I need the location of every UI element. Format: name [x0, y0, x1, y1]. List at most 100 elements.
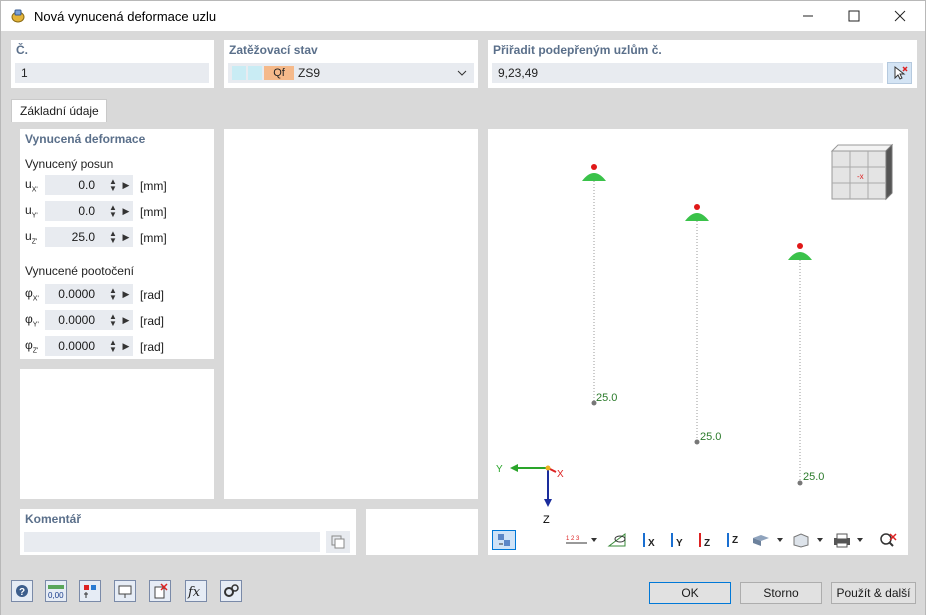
- assign-label: Přiřadit podepřeným uzlům č.: [493, 43, 662, 57]
- support-icon: [685, 213, 709, 221]
- number-input[interactable]: 1: [15, 63, 209, 83]
- maximize-icon: [848, 10, 860, 22]
- assign-input[interactable]: 9,23,49: [492, 63, 883, 83]
- x-axis-label: X: [557, 469, 564, 480]
- load-color-swatch: [232, 66, 246, 80]
- ux-symbol: uX': [25, 177, 38, 194]
- svg-text:Y: Y: [676, 538, 683, 549]
- uy-symbol: uY': [25, 203, 38, 220]
- number-panel: Č. 1: [11, 40, 214, 88]
- z-axis-label: Z: [543, 514, 550, 526]
- chevron-right-icon[interactable]: ▶: [119, 289, 133, 300]
- model-view[interactable]: 25.0 25.0 25.0 Y Z X -x 1 2 3 X Y Z Z: [488, 129, 908, 555]
- phiz-symbol: φZ': [25, 338, 39, 355]
- uy-input[interactable]: 0.0 ▲ ▼ ▶: [45, 201, 133, 221]
- help-button[interactable]: ?: [11, 580, 33, 602]
- svg-text:-x: -x: [857, 172, 864, 181]
- spin-arrows-icon[interactable]: ▲ ▼: [107, 287, 119, 302]
- phiz-input[interactable]: 0.0000 ▲ ▼ ▶: [45, 336, 133, 356]
- view-y-button[interactable]: Y: [666, 530, 690, 550]
- tab-content: Vynucená deformace Vynucený posun uX' 0.…: [11, 122, 916, 562]
- load-tag: Qf: [264, 66, 294, 80]
- view-toggle-button[interactable]: [492, 530, 516, 550]
- comment-input[interactable]: [24, 532, 320, 552]
- ux-input[interactable]: 0.0 ▲ ▼ ▶: [45, 175, 133, 195]
- uz-value: 25.0: [71, 230, 95, 244]
- rotation-title: Vynucené pootočení: [25, 264, 134, 278]
- y-axis-label: Y: [496, 464, 503, 475]
- settings-icon: [224, 584, 239, 597]
- chevron-right-icon[interactable]: ▶: [119, 206, 133, 217]
- phiy-symbol: φY': [25, 312, 39, 329]
- cancel-button[interactable]: Storno: [740, 582, 822, 604]
- zoom-close-icon: [880, 533, 897, 547]
- node-point: [591, 164, 597, 170]
- view-settings-icon: [498, 534, 510, 546]
- axis-x-icon: X: [643, 533, 655, 549]
- chevron-right-icon[interactable]: ▶: [119, 180, 133, 191]
- pick-nodes-button[interactable]: [887, 62, 912, 84]
- numbering-icon: 1 2 3: [566, 536, 597, 544]
- uz-unit: [mm]: [140, 231, 167, 245]
- dialog-body: Č. 1 Zatěžovací stav Qf ZS9 Přiřadit pod…: [1, 31, 925, 615]
- view-x-button[interactable]: X: [638, 530, 662, 550]
- spin-arrows-icon[interactable]: ▲ ▼: [107, 178, 119, 193]
- empty-panel-left: [20, 369, 214, 499]
- minimize-button[interactable]: [785, 1, 831, 31]
- visibility-button[interactable]: [606, 530, 628, 550]
- view-minus-z-button[interactable]: Z: [722, 530, 746, 550]
- axis-z-icon: Z: [699, 533, 710, 549]
- box-view-button[interactable]: [790, 530, 826, 550]
- node-point: [797, 243, 803, 249]
- deformation-title: Vynucená deformace: [25, 132, 146, 146]
- numbering-button[interactable]: 1 2 3: [564, 530, 600, 550]
- print-button[interactable]: [830, 530, 866, 550]
- deformation-panel: Vynucená deformace Vynucený posun uX' 0.…: [20, 129, 214, 359]
- svg-text:?: ?: [19, 587, 25, 598]
- zoom-reset-button[interactable]: [876, 530, 900, 550]
- delete-icon: [154, 583, 168, 599]
- app-icon: [11, 9, 25, 23]
- maximize-button[interactable]: [831, 1, 877, 31]
- svg-text:Z: Z: [704, 538, 710, 549]
- spin-arrows-icon[interactable]: ▲ ▼: [107, 204, 119, 219]
- phiy-input[interactable]: 0.0000 ▲ ▼ ▶: [45, 310, 133, 330]
- phix-value: 0.0000: [58, 287, 95, 301]
- apply-next-button[interactable]: Použít & další: [831, 582, 916, 604]
- chevron-right-icon[interactable]: ▶: [119, 232, 133, 243]
- phix-unit: [rad]: [140, 288, 165, 302]
- phix-input[interactable]: 0.0000 ▲ ▼ ▶: [45, 284, 133, 304]
- view-icon: [118, 585, 132, 598]
- origin-point: [545, 465, 551, 471]
- cursor-pick-icon: [894, 65, 908, 80]
- spin-arrows-icon[interactable]: ▲ ▼: [107, 230, 119, 245]
- view-cube-icon: -x: [830, 143, 894, 201]
- close-button[interactable]: [877, 1, 923, 31]
- render-mode-button[interactable]: [750, 530, 786, 550]
- tab-basic-data[interactable]: Základní údaje: [11, 99, 107, 123]
- uz-input[interactable]: 25.0 ▲ ▼ ▶: [45, 227, 133, 247]
- chevron-right-icon[interactable]: ▶: [119, 341, 133, 352]
- close-icon: [894, 10, 906, 22]
- value-label: 25.0: [700, 431, 721, 443]
- comment-library-button[interactable]: [326, 531, 350, 553]
- spin-arrows-icon[interactable]: ▲ ▼: [107, 313, 119, 328]
- display-button[interactable]: [79, 580, 101, 602]
- view-z-button[interactable]: Z: [694, 530, 718, 550]
- view-button[interactable]: [114, 580, 136, 602]
- node-end: [797, 480, 803, 486]
- delete-button[interactable]: [149, 580, 171, 602]
- load-case-select[interactable]: Qf ZS9: [228, 63, 474, 83]
- ok-button[interactable]: OK: [649, 582, 731, 604]
- chevron-right-icon[interactable]: ▶: [119, 315, 133, 326]
- empty-panel-middle: [224, 129, 478, 499]
- phiy-value: 0.0000: [58, 313, 95, 327]
- load-case-label: Zatěžovací stav: [229, 43, 318, 57]
- spin-arrows-icon[interactable]: ▲ ▼: [107, 339, 119, 354]
- formula-button[interactable]: fx: [185, 580, 207, 602]
- settings-button[interactable]: [220, 580, 242, 602]
- load-case-panel: Zatěžovací stav Qf ZS9: [224, 40, 478, 88]
- units-button[interactable]: 0,00: [45, 580, 67, 602]
- printer-icon: [834, 533, 863, 548]
- load-case-value: ZS9: [298, 66, 321, 80]
